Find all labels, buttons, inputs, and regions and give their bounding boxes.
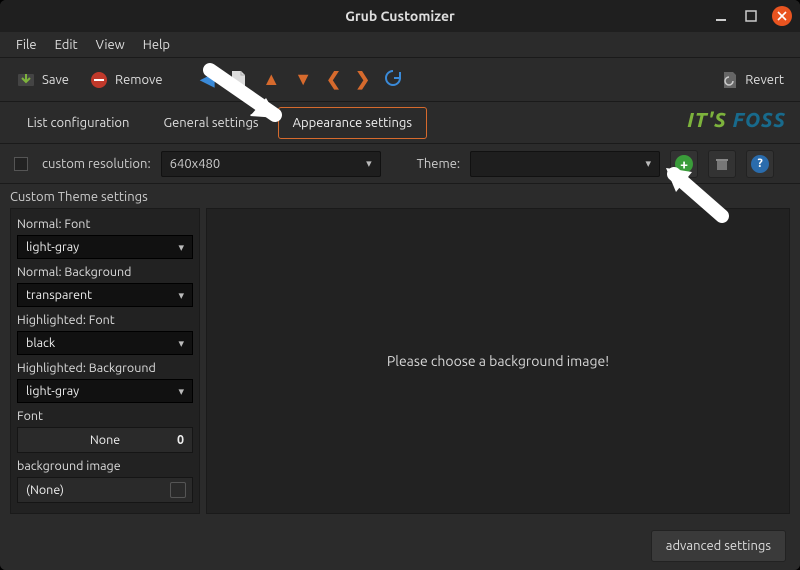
bg-image-field[interactable]: (None) [17, 477, 193, 503]
footer: advanced settings [0, 522, 800, 570]
titlebar: Grub Customizer [0, 0, 800, 32]
custom-resolution-checkbox[interactable] [14, 157, 28, 171]
chevron-down-icon: ▾ [178, 289, 184, 302]
remove-theme-button[interactable] [708, 150, 736, 178]
remove-label: Remove [115, 73, 163, 87]
preview-panel: Please choose a background image! [206, 208, 790, 514]
settings-row: custom resolution: 640x480 ▾ Theme: ▾ + … [0, 144, 800, 184]
itsfoss-logo: IT'S FOSS [687, 108, 786, 131]
save-button[interactable]: Save [10, 66, 75, 94]
close-button[interactable] [772, 6, 792, 26]
menu-file[interactable]: File [8, 35, 45, 55]
chevron-down-icon: ▾ [178, 241, 184, 254]
window-title: Grub Customizer [345, 8, 455, 24]
font-field[interactable]: None 0 [17, 427, 193, 453]
move-down-icon[interactable]: ▼ [294, 69, 312, 90]
next-icon[interactable]: ❯ [355, 69, 370, 90]
image-thumb-icon [170, 482, 186, 498]
tab-appearance-settings[interactable]: Appearance settings [278, 107, 427, 139]
menubar: File Edit View Help [0, 32, 800, 58]
minimize-button[interactable] [712, 7, 730, 25]
hl-font-label: Highlighted: Font [17, 313, 193, 327]
chevron-down-icon: ▾ [178, 337, 184, 350]
revert-label: Revert [745, 73, 784, 87]
hl-bg-label: Highlighted: Background [17, 361, 193, 375]
menu-edit[interactable]: Edit [47, 35, 86, 55]
trash-icon [714, 156, 730, 172]
toolbar: Save Remove ◀ ▲ ▼ ❮ ❯ [0, 58, 800, 102]
chevron-down-icon: ▾ [366, 157, 372, 170]
font-label: Font [17, 409, 193, 423]
theme-combo[interactable]: ▾ [470, 151, 660, 177]
tab-general-settings[interactable]: General settings [148, 107, 273, 139]
menu-view[interactable]: View [88, 35, 133, 55]
maximize-button[interactable] [742, 7, 760, 25]
normal-font-label: Normal: Font [17, 217, 193, 231]
help-icon: ? [751, 155, 769, 173]
remove-button[interactable]: Remove [83, 66, 169, 94]
tabs-row: List configuration General settings Appe… [0, 102, 800, 144]
chevron-down-icon: ▾ [178, 385, 184, 398]
normal-bg-combo[interactable]: transparent▾ [17, 283, 193, 307]
refresh-icon[interactable] [384, 69, 402, 91]
new-doc-icon[interactable] [228, 70, 248, 90]
prev-icon[interactable]: ❮ [326, 69, 341, 90]
tab-list-configuration[interactable]: List configuration [12, 107, 144, 139]
custom-theme-sidebar: Normal: Font light-gray▾ Normal: Backgro… [10, 208, 200, 514]
theme-label: Theme: [417, 157, 460, 171]
add-theme-button[interactable]: + [670, 150, 698, 178]
custom-theme-section-label: Custom Theme settings [10, 188, 790, 208]
hl-font-combo[interactable]: black▾ [17, 331, 193, 355]
menu-help[interactable]: Help [135, 35, 178, 55]
custom-resolution-value: 640x480 [170, 157, 221, 171]
help-button[interactable]: ? [746, 150, 774, 178]
normal-bg-label: Normal: Background [17, 265, 193, 279]
nav-back-icon[interactable]: ◀ [201, 69, 215, 90]
plus-icon: + [675, 155, 693, 173]
save-icon [16, 70, 36, 90]
revert-icon [719, 70, 739, 90]
save-label: Save [42, 73, 69, 87]
revert-button[interactable]: Revert [713, 66, 790, 94]
remove-icon [89, 70, 109, 90]
normal-font-combo[interactable]: light-gray▾ [17, 235, 193, 259]
advanced-settings-button[interactable]: advanced settings [651, 530, 786, 562]
custom-resolution-label: custom resolution: [42, 157, 151, 171]
move-up-icon[interactable]: ▲ [262, 69, 280, 90]
custom-resolution-combo[interactable]: 640x480 ▾ [161, 151, 381, 177]
font-size-value: 0 [177, 433, 184, 447]
preview-placeholder: Please choose a background image! [387, 353, 609, 369]
bg-image-label: background image [17, 459, 193, 473]
chevron-down-icon: ▾ [646, 157, 652, 170]
hl-bg-combo[interactable]: light-gray▾ [17, 379, 193, 403]
